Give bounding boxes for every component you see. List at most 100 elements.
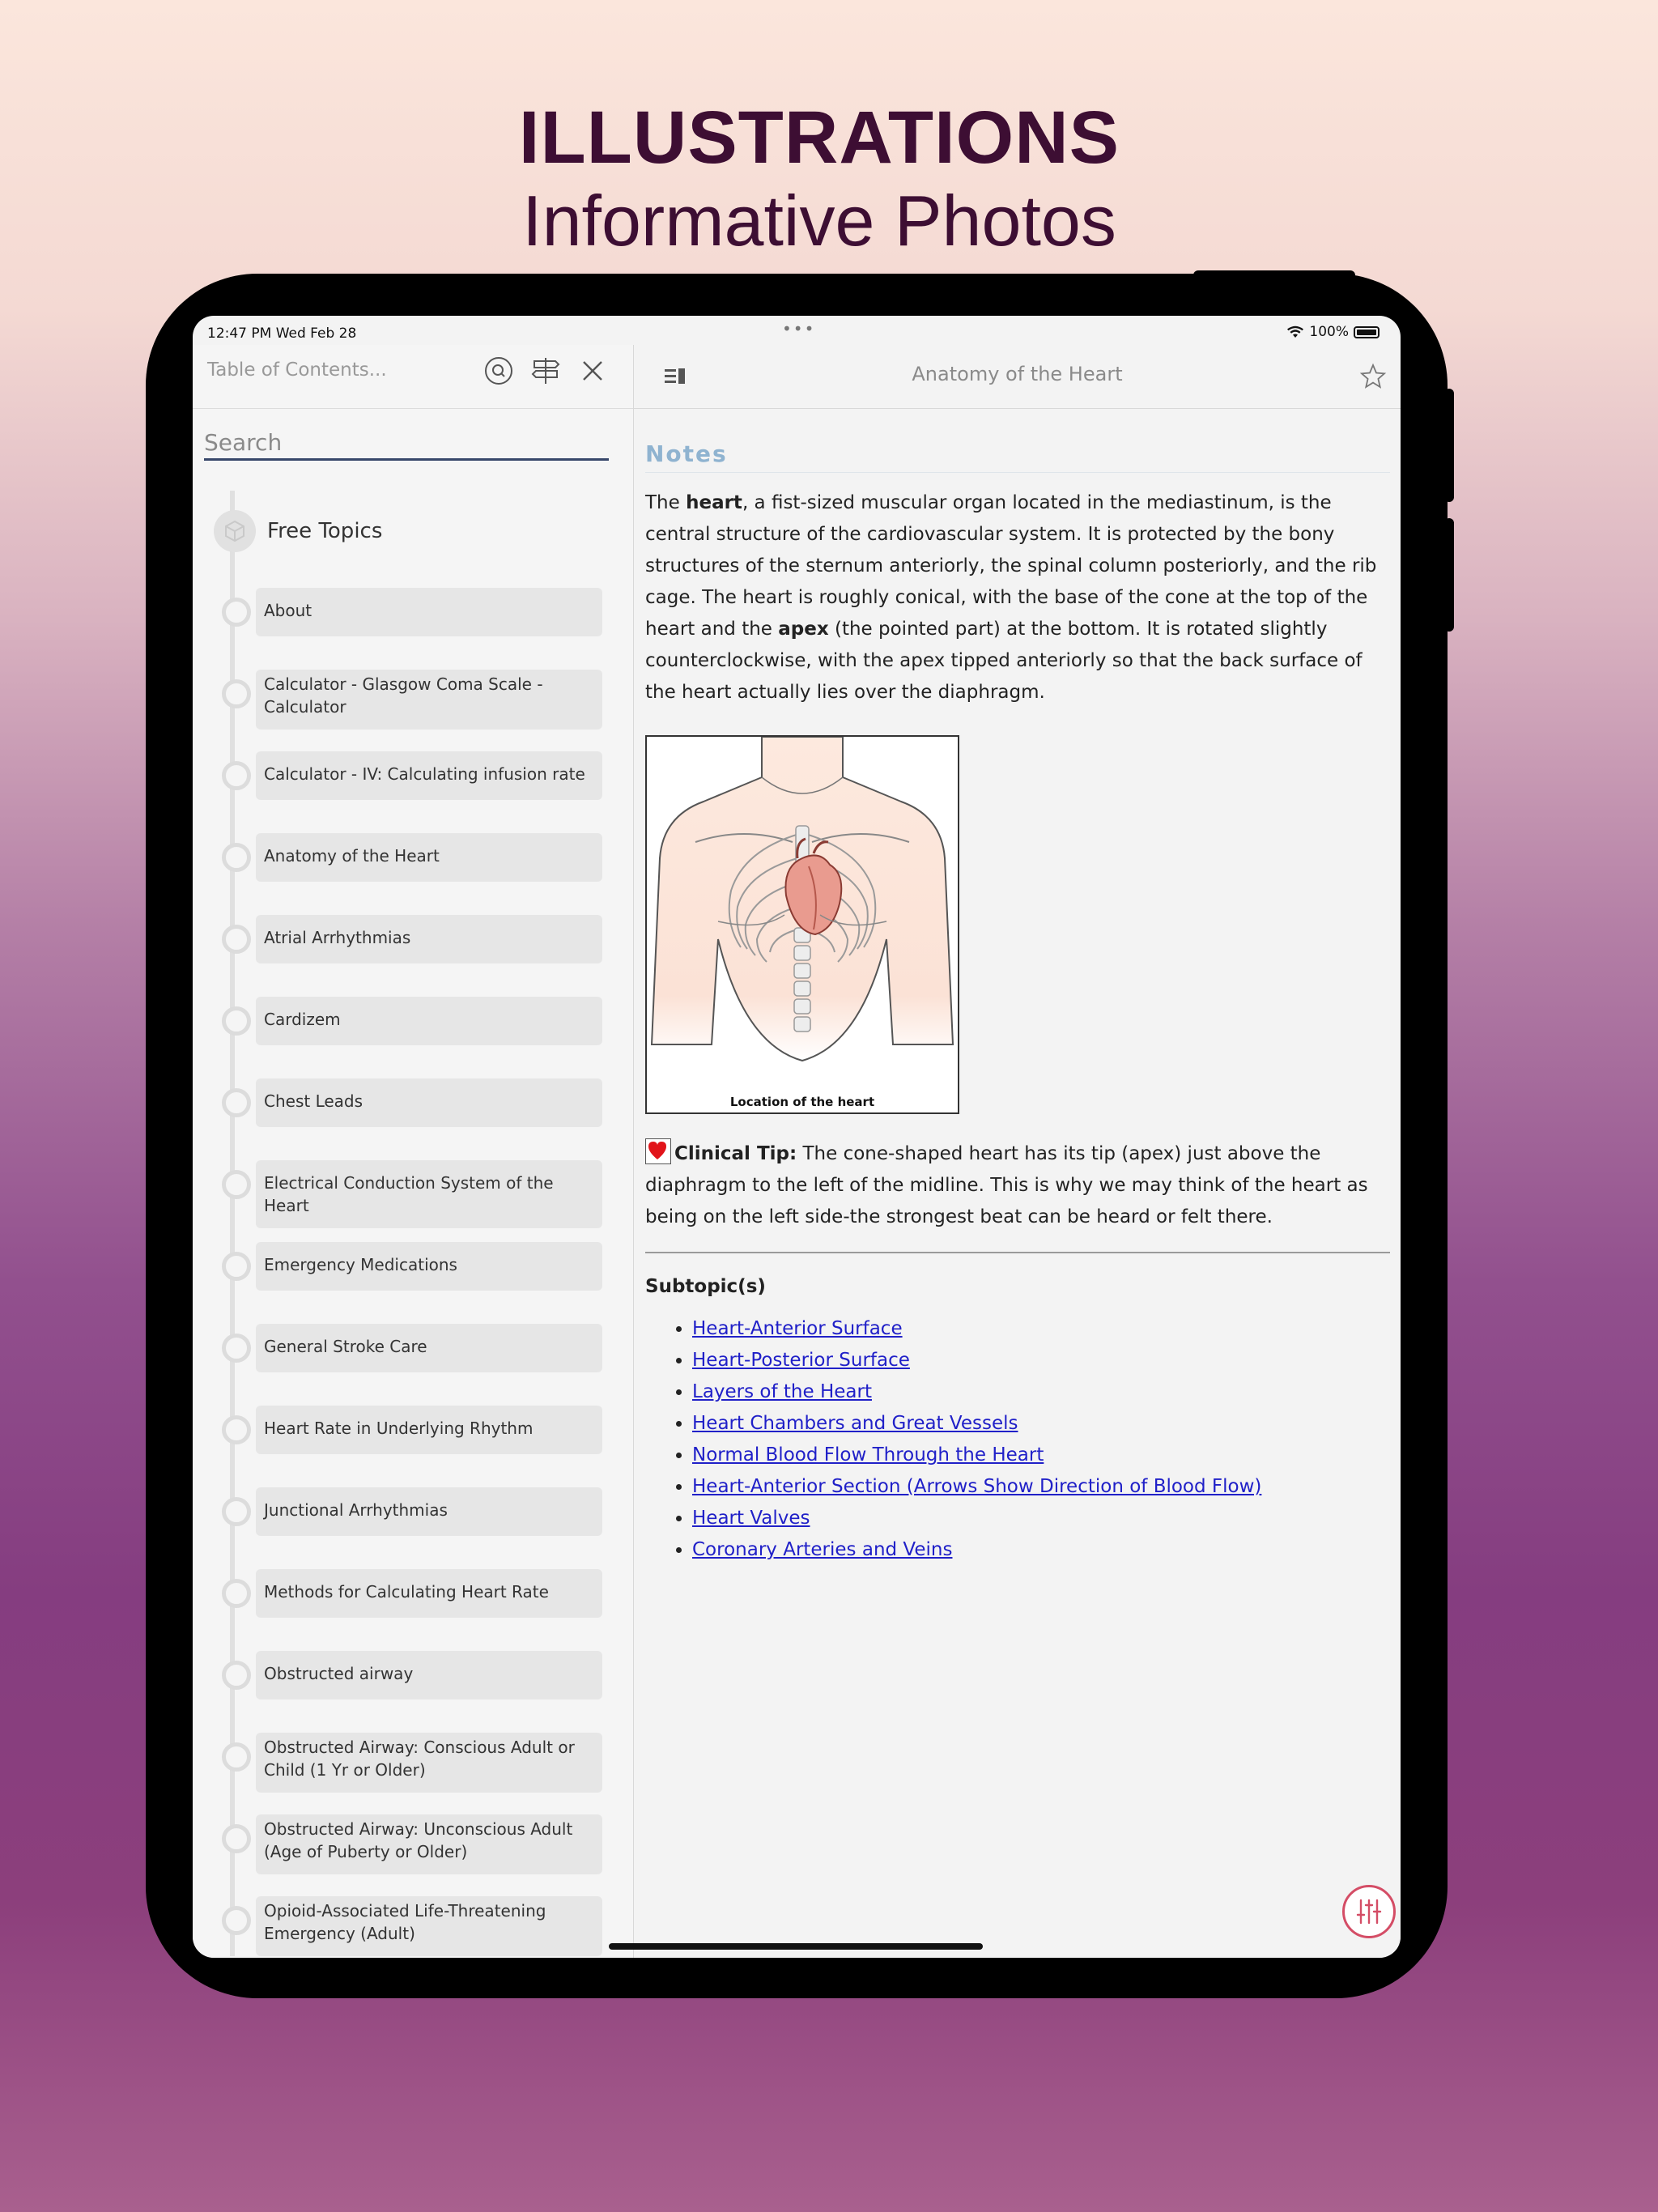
subtopic-item: Heart Chambers and Great Vessels <box>692 1408 1401 1440</box>
figure-caption: Location of the heart <box>729 1095 875 1109</box>
sidebar-item[interactable]: Anatomy of the Heart <box>193 833 633 883</box>
sidebar-item[interactable]: Calculator - IV: Calculating infusion ra… <box>193 751 633 802</box>
sidebar-item[interactable]: Opioid-Associated Life-Threatening Emerg… <box>193 1896 633 1956</box>
subtopic-item: Heart-Anterior Surface <box>692 1313 1401 1345</box>
sidebar-item-label: Calculator - IV: Calculating infusion ra… <box>256 751 602 800</box>
multitasking-dots[interactable]: ••• <box>782 319 815 338</box>
sidebar-item[interactable]: Emergency Medications <box>193 1242 633 1292</box>
sidebar-item[interactable]: Obstructed airway <box>193 1651 633 1701</box>
sidebar-item-label: Cardizem <box>256 997 602 1045</box>
sidebar-item[interactable]: Obstructed Airway: Unconscious Adult (Ag… <box>193 1814 633 1874</box>
sidebar-item-label: Obstructed Airway: Unconscious Adult (Ag… <box>256 1814 602 1874</box>
subtopic-item: Heart-Posterior Surface <box>692 1345 1401 1376</box>
settings-button[interactable] <box>1342 1885 1396 1938</box>
sidebar-item[interactable]: Methods for Calculating Heart Rate <box>193 1569 633 1619</box>
subtopic-link[interactable]: Coronary Arteries and Veins <box>692 1539 952 1560</box>
search-input[interactable] <box>204 429 609 456</box>
sidebar-item-label: Heart Rate in Underlying Rhythm <box>256 1406 602 1454</box>
intro-paragraph: The heart, a fist-sized muscular organ l… <box>645 492 1377 703</box>
subtopic-link[interactable]: Heart-Posterior Surface <box>692 1350 910 1371</box>
sidebar-item[interactable]: About <box>193 588 633 638</box>
timeline-node <box>222 1170 251 1199</box>
sidebar-item-label: Anatomy of the Heart <box>256 833 602 882</box>
table-of-contents-sidebar: Table of Contents... F <box>193 345 634 1958</box>
search-circle-icon[interactable] <box>483 355 515 387</box>
sidebar-item[interactable]: Calculator - Glasgow Coma Scale - Calcul… <box>193 670 633 730</box>
sidebar-item-label: Opioid-Associated Life-Threatening Emerg… <box>256 1896 602 1956</box>
content-header: Anatomy of the Heart <box>634 345 1401 409</box>
timeline-node <box>222 1006 251 1036</box>
subtopic-link[interactable]: Layers of the Heart <box>692 1381 872 1402</box>
subtopics-heading: Subtopic(s) <box>645 1276 766 1297</box>
subtopic-item: Coronary Arteries and Veins <box>692 1534 1401 1566</box>
subtopic-link[interactable]: Heart Valves <box>692 1508 810 1529</box>
timeline-node <box>222 761 251 790</box>
timeline-node <box>222 1579 251 1608</box>
timeline-node <box>222 598 251 627</box>
subtopics-list: Heart-Anterior Surface Heart-Posterior Su… <box>645 1313 1401 1566</box>
sidebar-item[interactable]: Cardizem <box>193 997 633 1047</box>
subtopic-item: Heart-Anterior Section (Arrows Show Dire… <box>692 1471 1401 1503</box>
sidebar-item[interactable]: General Stroke Care <box>193 1324 633 1374</box>
timeline-node <box>222 1252 251 1281</box>
tip-label: Clinical Tip: <box>674 1143 797 1164</box>
volume-up-button <box>1444 389 1454 502</box>
timeline-node <box>222 1661 251 1690</box>
subtopic-link[interactable]: Heart-Anterior Surface <box>692 1318 903 1339</box>
volume-down-button <box>1444 518 1454 632</box>
subtopic-link[interactable]: Heart Chambers and Great Vessels <box>692 1413 1018 1434</box>
section-divider <box>645 1252 1390 1253</box>
sidebar-item-label: General Stroke Care <box>256 1324 602 1372</box>
status-time: 12:47 PM Wed Feb 28 <box>207 325 357 342</box>
timeline-node <box>222 843 251 872</box>
star-icon[interactable] <box>1359 363 1387 390</box>
sidebar-item-label: Electrical Conduction System of the Hear… <box>256 1160 602 1228</box>
timeline-node <box>222 1088 251 1117</box>
torso-heart-illustration <box>650 736 954 1062</box>
tablet-screen: 12:47 PM Wed Feb 28 ••• 100% Table of Co… <box>193 316 1401 1958</box>
timeline-node <box>222 1334 251 1363</box>
status-bar: 12:47 PM Wed Feb 28 ••• 100% <box>193 316 1401 345</box>
timeline-node <box>222 925 251 954</box>
group-free-topics[interactable]: Free Topics <box>214 508 382 554</box>
sidebar-item[interactable]: Chest Leads <box>193 1078 633 1129</box>
power-button <box>1193 270 1355 280</box>
timeline-node <box>222 1742 251 1772</box>
sidebar-item-label: Methods for Calculating Heart Rate <box>256 1569 602 1618</box>
timeline-node <box>222 1497 251 1526</box>
promo-subtitle: Informative Photos <box>522 181 1116 261</box>
promo-title: ILLUSTRATIONS <box>518 96 1120 179</box>
timeline-node <box>222 679 251 708</box>
cube-icon <box>214 510 256 552</box>
sidebar-item[interactable]: Heart Rate in Underlying Rhythm <box>193 1406 633 1456</box>
sidebar-item-label: Chest Leads <box>256 1078 602 1127</box>
wifi-icon <box>1287 325 1304 338</box>
subtopic-link[interactable]: Normal Blood Flow Through the Heart <box>692 1444 1044 1465</box>
page-title: Anatomy of the Heart <box>912 363 1123 385</box>
subtopic-link[interactable]: Heart-Anterior Section (Arrows Show Dire… <box>692 1476 1261 1497</box>
subtopic-item: Heart Valves <box>692 1503 1401 1534</box>
group-label: Free Topics <box>267 519 383 543</box>
sidebar-item[interactable]: Junctional Arrhythmias <box>193 1487 633 1538</box>
sidebar-item-label: Calculator - Glasgow Coma Scale - Calcul… <box>256 670 602 730</box>
timeline-node <box>222 1906 251 1935</box>
clinical-tip: Clinical Tip: The cone-shaped heart has … <box>645 1138 1390 1233</box>
signpost-icon[interactable] <box>529 355 562 387</box>
battery-percentage: 100% <box>1309 324 1349 340</box>
sidebar-item[interactable]: Obstructed Airway: Conscious Adult or Ch… <box>193 1733 633 1793</box>
heart-location-illustration: Location of the heart <box>645 735 959 1114</box>
close-icon[interactable] <box>576 355 609 387</box>
sidebar-item-label: Junctional Arrhythmias <box>256 1487 602 1536</box>
battery-icon <box>1354 325 1380 338</box>
home-indicator[interactable] <box>609 1943 983 1950</box>
sidebar-header: Table of Contents... <box>193 345 633 409</box>
content-panel: Anatomy of the Heart Notes The heart, a … <box>634 345 1401 1958</box>
sidebar-item-label: Emergency Medications <box>256 1242 602 1291</box>
notes-heading: Notes <box>645 440 1390 473</box>
subtopic-item: Layers of the Heart <box>692 1376 1401 1408</box>
sidebar-item[interactable]: Atrial Arrhythmias <box>193 915 633 965</box>
timeline-node <box>222 1824 251 1853</box>
sidebar-item-label: Atrial Arrhythmias <box>256 915 602 963</box>
heart-icon <box>645 1138 671 1164</box>
sidebar-item[interactable]: Electrical Conduction System of the Hear… <box>193 1160 633 1228</box>
